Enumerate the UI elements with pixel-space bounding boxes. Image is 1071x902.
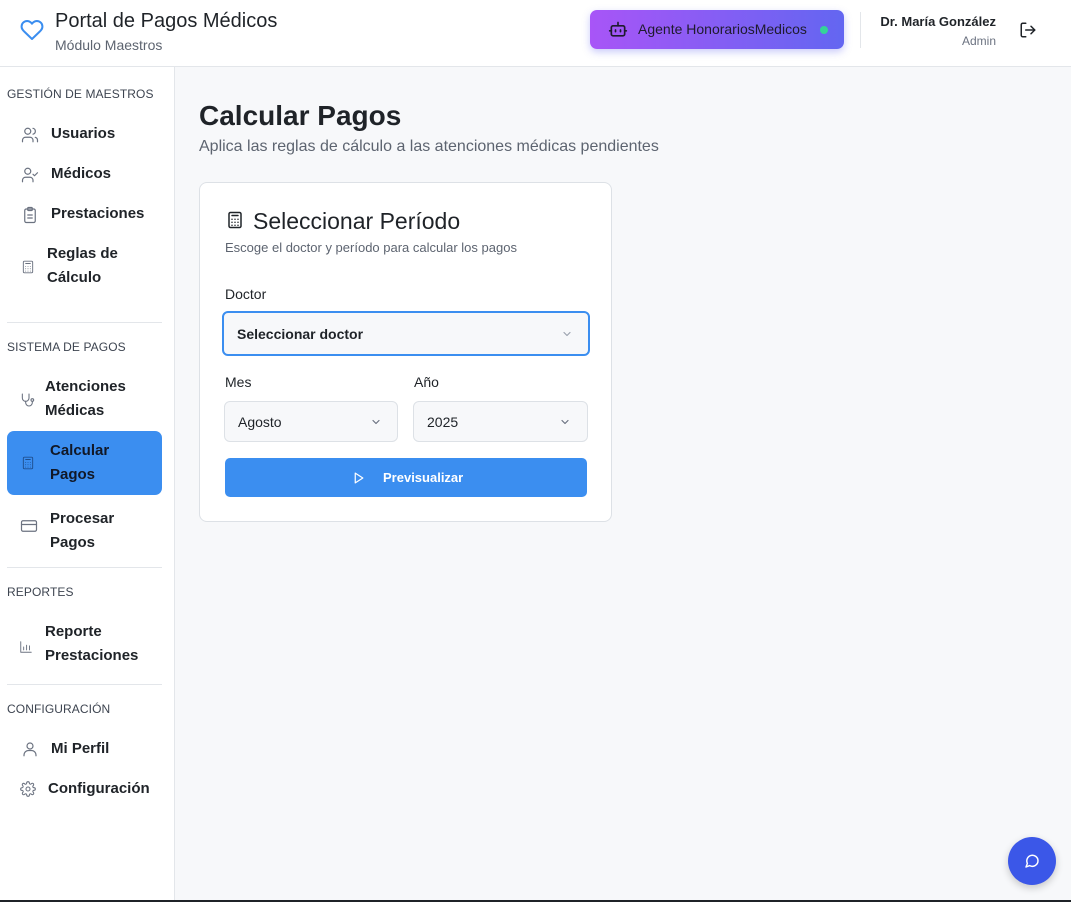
sidebar-item-usuarios[interactable]: Usuarios bbox=[7, 118, 162, 150]
period-selection-card: Seleccionar Período Escoge el doctor y p… bbox=[199, 182, 612, 522]
page-subtitle: Aplica las reglas de cálculo a las atenc… bbox=[199, 138, 659, 155]
year-label: Año bbox=[414, 374, 439, 390]
sidebar-item-label-line1: Reglas de bbox=[47, 245, 118, 262]
app-header: Portal de Pagos Médicos Módulo Maestros … bbox=[0, 0, 1071, 67]
stethoscope-icon bbox=[21, 393, 35, 407]
sidebar-item-label: Configuración bbox=[48, 780, 150, 797]
play-icon bbox=[354, 472, 364, 484]
preview-button-label: Previsualizar bbox=[383, 470, 464, 485]
sidebar-item-label: Médicos bbox=[51, 165, 112, 182]
app-title: Portal de Pagos Médicos bbox=[55, 10, 278, 32]
sidebar-item-calcular-pagos[interactable]: Calcular Pagos bbox=[7, 431, 162, 495]
sidebar-item-label-line1: Procesar bbox=[50, 510, 115, 527]
section-title-pagos: SISTEMA DE PAGOS bbox=[7, 340, 126, 354]
credit-card-icon bbox=[20, 520, 38, 532]
online-status-dot bbox=[820, 26, 828, 34]
chat-button[interactable] bbox=[1008, 837, 1056, 885]
sidebar-item-medicos[interactable]: Médicos bbox=[7, 158, 162, 190]
chevron-down-icon bbox=[563, 331, 571, 337]
sidebar-item-label: Mi Perfil bbox=[51, 740, 110, 757]
sidebar-item-label-line2: Médicas bbox=[45, 402, 105, 419]
chevron-down-icon bbox=[372, 419, 380, 425]
agent-button-label: Agente HonorariosMedicos bbox=[638, 21, 807, 37]
sidebar-item-reglas-calculo[interactable]: Reglas de Cálculo bbox=[7, 238, 162, 294]
sidebar-item-mi-perfil[interactable]: Mi Perfil bbox=[7, 733, 162, 765]
calculator-icon bbox=[228, 211, 242, 229]
sidebar-item-label-line1: Calcular bbox=[50, 442, 110, 459]
month-label: Mes bbox=[225, 374, 252, 390]
sidebar-item-label-line1: Atenciones bbox=[45, 378, 126, 395]
sidebar-item-procesar-pagos[interactable]: Procesar Pagos bbox=[7, 503, 162, 559]
calculator-icon bbox=[22, 260, 34, 274]
user-role: Admin bbox=[961, 34, 996, 48]
section-title-configuracion: CONFIGURACIÓN bbox=[7, 702, 111, 716]
robot-icon bbox=[608, 21, 628, 37]
doctor-select[interactable]: Seleccionar doctor bbox=[222, 311, 590, 356]
sidebar-item-label-line2: Cálculo bbox=[47, 269, 102, 286]
sidebar-divider bbox=[7, 322, 162, 323]
agent-button[interactable]: Agente HonorariosMedicos bbox=[590, 10, 844, 49]
sidebar-item-label-line1: Reporte bbox=[45, 623, 102, 640]
page-title: Calcular Pagos bbox=[199, 100, 402, 131]
user-name: Dr. María González bbox=[880, 14, 996, 29]
clipboard-icon bbox=[24, 206, 36, 224]
month-select-value: Agosto bbox=[238, 414, 282, 430]
bar-chart-icon bbox=[20, 641, 32, 653]
section-title-maestros: GESTIÓN DE MAESTROS bbox=[7, 87, 154, 101]
card-description: Escoge el doctor y período para calcular… bbox=[225, 240, 517, 255]
sidebar-item-label-line2: Pagos bbox=[50, 466, 96, 483]
user-check-icon bbox=[21, 167, 39, 183]
users-icon bbox=[21, 127, 39, 143]
doctor-label: Doctor bbox=[225, 286, 267, 302]
sidebar-divider bbox=[7, 567, 162, 568]
sidebar-item-label: Usuarios bbox=[51, 125, 116, 142]
chat-bubble-icon bbox=[1025, 854, 1039, 868]
calculator-icon bbox=[22, 456, 34, 470]
header-divider bbox=[860, 12, 861, 48]
gear-icon bbox=[20, 781, 36, 797]
year-select-value: 2025 bbox=[427, 414, 459, 430]
user-icon bbox=[23, 742, 37, 757]
year-select[interactable]: 2025 bbox=[413, 401, 588, 442]
logout-icon[interactable] bbox=[1019, 21, 1037, 39]
sidebar-item-label-line2: Pagos bbox=[50, 534, 96, 551]
sidebar-item-configuracion[interactable]: Configuración bbox=[7, 773, 162, 805]
section-title-reportes: REPORTES bbox=[7, 585, 74, 599]
heart-icon bbox=[20, 20, 44, 40]
sidebar-item-reporte-prestaciones[interactable]: Reporte Prestaciones bbox=[7, 620, 162, 676]
card-title: Seleccionar Período bbox=[253, 208, 461, 234]
sidebar-item-prestaciones[interactable]: Prestaciones bbox=[7, 198, 162, 230]
preview-button[interactable]: Previsualizar bbox=[225, 458, 587, 497]
app-subtitle: Módulo Maestros bbox=[55, 37, 163, 53]
doctor-select-value: Seleccionar doctor bbox=[237, 326, 364, 342]
sidebar-item-atenciones-medicas[interactable]: Atenciones Médicas bbox=[7, 371, 162, 427]
sidebar-divider bbox=[7, 684, 162, 685]
month-select[interactable]: Agosto bbox=[224, 401, 398, 442]
chevron-down-icon bbox=[561, 419, 569, 425]
sidebar: GESTIÓN DE MAESTROS Usuarios Médicos Pre… bbox=[0, 67, 175, 902]
sidebar-item-label-line2: Prestaciones bbox=[45, 647, 139, 664]
sidebar-item-label: Prestaciones bbox=[51, 205, 145, 222]
